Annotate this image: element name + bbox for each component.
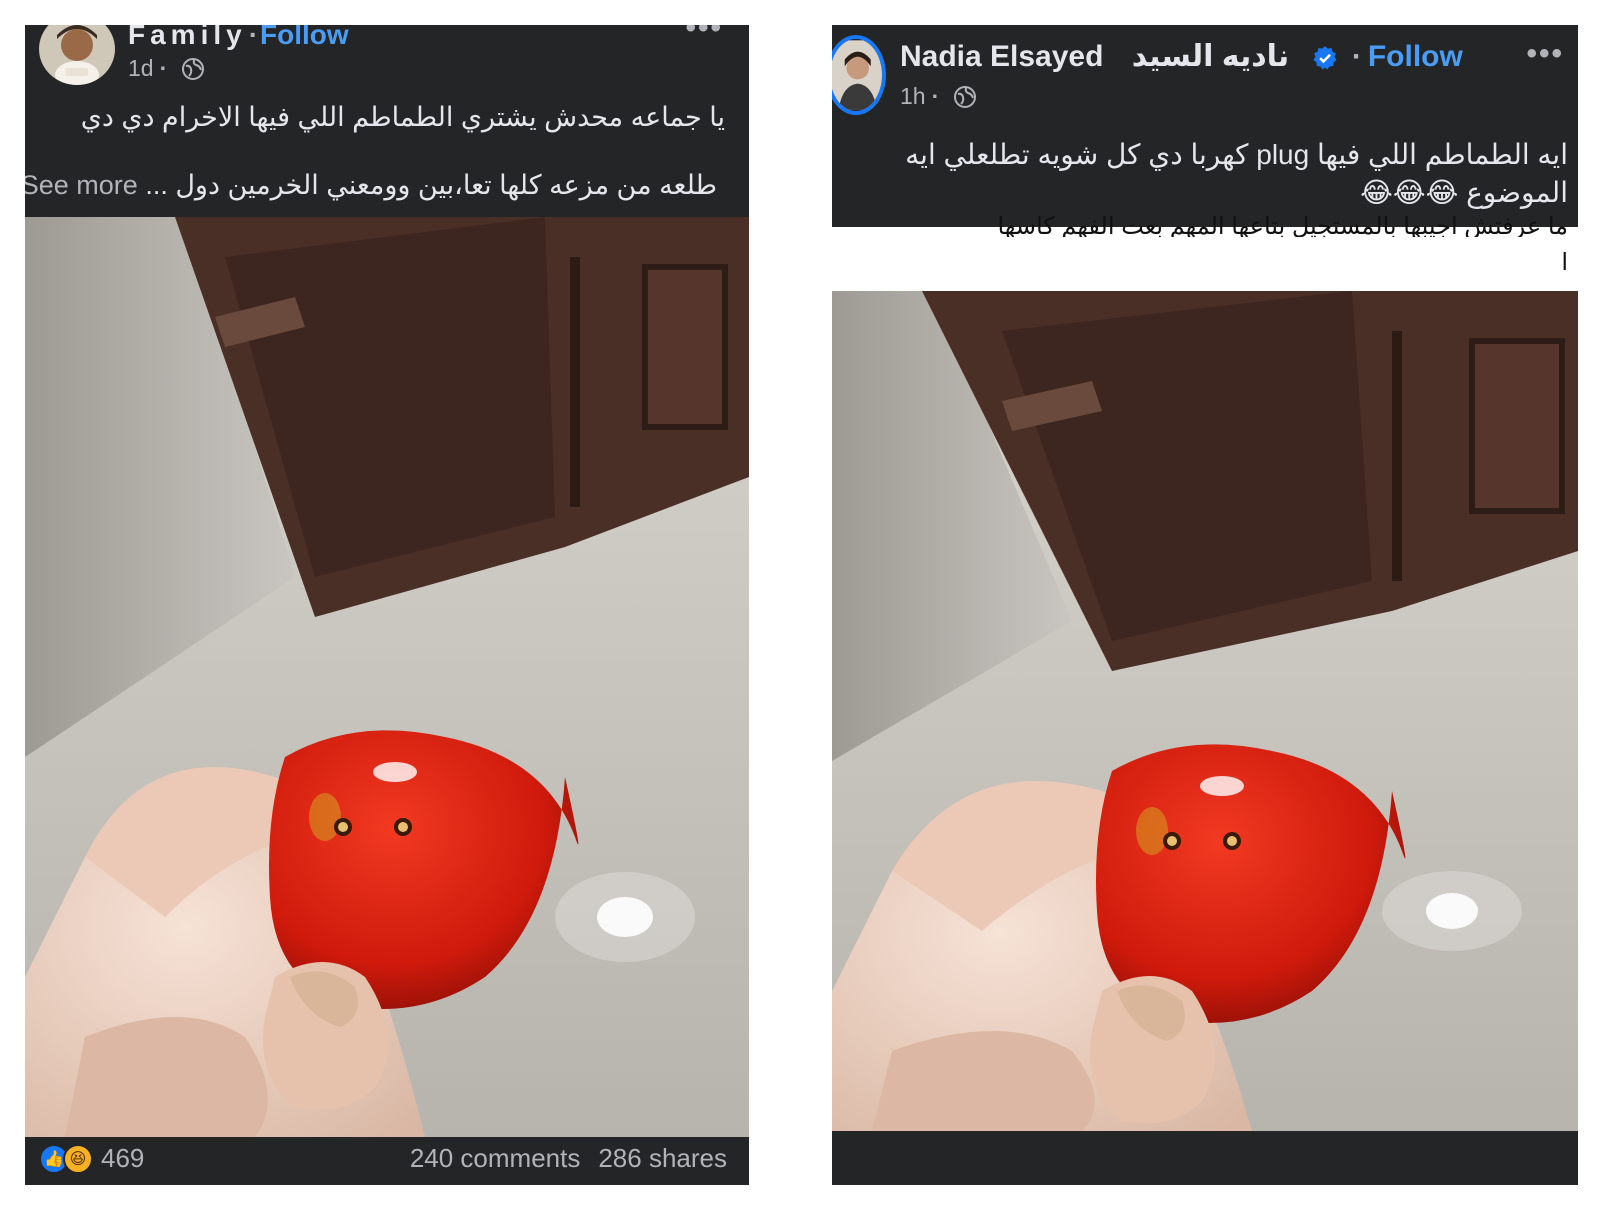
haha-icon: 😆 bbox=[63, 1143, 93, 1174]
right-follow-link[interactable]: Follow bbox=[1368, 40, 1463, 73]
left-reactions[interactable]: 👍 😆 469 bbox=[39, 1143, 144, 1174]
right-post-card: Nadia Elsayed ناديه السيد · Follow 1h · •… bbox=[832, 25, 1578, 1185]
right-author-name[interactable]: Nadia Elsayed bbox=[900, 40, 1103, 73]
tomato-photo-image bbox=[25, 217, 749, 1137]
left-post-footer: 👍 😆 469 240 comments 286 shares bbox=[25, 1137, 749, 1185]
partial-comment-strip: ما عرفتش اجيبها بالمستجيل بتاعها المهم ب… bbox=[832, 213, 1578, 291]
right-post-photo[interactable] bbox=[832, 291, 1578, 1131]
left-shares-count[interactable]: 286 shares bbox=[598, 1143, 727, 1173]
right-post-time[interactable]: 1h bbox=[900, 83, 926, 110]
right-author-name-arabic[interactable]: ناديه السيد bbox=[1132, 40, 1289, 73]
left-caption-line2: طلعه من مزعه كلها تعا،بين وومعني الخرمين… bbox=[25, 165, 717, 205]
left-engagement-counts: 240 comments 286 shares bbox=[410, 1143, 727, 1174]
right-post-footer bbox=[832, 1131, 1578, 1185]
left-post-card: Family·Follow 1d · ••• يا جماعه محدش يشت… bbox=[25, 25, 749, 1185]
right-caption-line2: الموضوع 😂😂😂 bbox=[1360, 177, 1568, 208]
globe-icon bbox=[954, 85, 977, 108]
left-author-name[interactable]: Family bbox=[128, 25, 247, 50]
tomato-photo-image bbox=[832, 291, 1578, 1131]
verified-badge-icon bbox=[1313, 46, 1336, 70]
left-post-photo[interactable] bbox=[25, 217, 749, 1137]
left-reaction-count: 469 bbox=[101, 1143, 145, 1173]
left-separator: · bbox=[248, 25, 259, 50]
globe-icon bbox=[182, 57, 205, 80]
partial-comment-line2: ا bbox=[1561, 249, 1568, 276]
right-post-header: Nadia Elsayed ناديه السيد · Follow 1h · •… bbox=[832, 25, 1578, 227]
left-meta-separator: · bbox=[159, 55, 168, 81]
left-comments-count[interactable]: 240 comments bbox=[410, 1143, 581, 1173]
right-meta-separator: · bbox=[931, 83, 940, 109]
partial-comment-line1: ما عرفتش اجيبها بالمستجيل بتاعها المهم ب… bbox=[997, 213, 1568, 237]
left-post-time[interactable]: 1d bbox=[128, 55, 154, 82]
left-more-options-icon[interactable]: ••• bbox=[685, 25, 723, 45]
left-follow-link[interactable]: Follow bbox=[260, 25, 349, 50]
right-separator: · bbox=[1351, 40, 1362, 73]
left-see-more-link[interactable]: See more bbox=[25, 170, 138, 200]
left-author-avatar[interactable] bbox=[39, 25, 115, 85]
avatar-image bbox=[39, 25, 115, 85]
right-caption-line1: ايه الطماطم اللي فيها plug كهربا دي كل ش… bbox=[905, 139, 1568, 170]
avatar-image bbox=[832, 40, 882, 110]
right-author-avatar[interactable] bbox=[832, 35, 886, 115]
right-more-options-icon[interactable]: ••• bbox=[1526, 37, 1564, 71]
left-caption-line1: يا جماعه محدش يشتري الطماطم اللي فيها ال… bbox=[80, 102, 725, 132]
left-caption-text: طلعه من مزعه كلها تعا،بين وومعني الخرمين… bbox=[145, 170, 717, 200]
